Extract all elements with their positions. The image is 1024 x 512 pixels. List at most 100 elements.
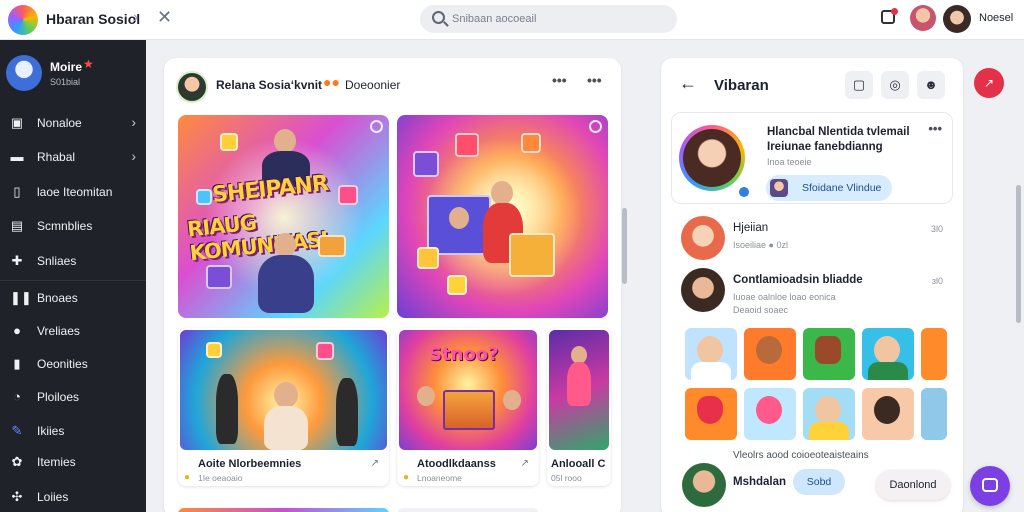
share-icon[interactable]: ↗ bbox=[521, 458, 529, 469]
profile-photo[interactable] bbox=[679, 125, 745, 191]
gallery-image[interactable] bbox=[744, 328, 796, 380]
sidebar-item-7[interactable]: ▮ Oeonities bbox=[0, 349, 146, 379]
sidebar-item-label: Bnoaes bbox=[37, 291, 78, 305]
share-fab[interactable]: ↗ bbox=[974, 68, 1004, 98]
bookmark-button[interactable]: ▢ bbox=[845, 71, 873, 99]
comment-author: Contlamioadsin bliadde bbox=[733, 274, 863, 286]
image-icon: ▣ bbox=[10, 115, 24, 130]
gift-box bbox=[509, 233, 555, 277]
person-head bbox=[417, 386, 435, 406]
more-options-icon[interactable]: ••• bbox=[928, 121, 942, 136]
chat-fab[interactable] bbox=[970, 466, 1010, 506]
sidebar-item-8[interactable]: ◔ Ploiloes bbox=[0, 382, 146, 412]
gallery-image[interactable] bbox=[744, 388, 796, 440]
profile-photo-face bbox=[683, 129, 741, 187]
share-icon[interactable]: ↗ bbox=[371, 458, 379, 469]
feed-avatar[interactable] bbox=[176, 71, 208, 103]
page-scrollbar[interactable] bbox=[1016, 185, 1021, 323]
post-card[interactable]: Anlooall C 05l rooo bbox=[547, 328, 611, 486]
sticker-body bbox=[868, 362, 908, 380]
detail-panel: ← Vibaran ▢ ◎ ☻ Hlancbal Nlentida tvlema… bbox=[661, 58, 963, 512]
footer-avatar[interactable] bbox=[682, 463, 726, 507]
gallery-caption: Vleolrs aood coioeoteaisteains bbox=[733, 450, 869, 461]
feed-emoji: ●● bbox=[323, 74, 340, 90]
featured-post-image[interactable] bbox=[397, 115, 608, 318]
sticker-face bbox=[874, 396, 900, 424]
profile-button[interactable]: ☻ bbox=[917, 71, 945, 99]
back-arrow-icon[interactable]: ← bbox=[679, 73, 697, 94]
search-bar[interactable] bbox=[420, 5, 677, 33]
sidebar-item-9[interactable]: ✎ Ikiies bbox=[0, 416, 146, 446]
bookmark-icon: ▮ bbox=[13, 356, 21, 371]
comment-button[interactable]: ◎ bbox=[881, 71, 909, 99]
user-avatar[interactable] bbox=[943, 5, 971, 33]
post-card[interactable]: Aoite Nlorbeemnies ● 1Ie oeaoaio ↗ bbox=[178, 328, 389, 486]
clock-icon: ◔ bbox=[13, 389, 21, 404]
sidebar-item-11[interactable]: ✣ Loiies bbox=[0, 482, 146, 512]
post-thumbnail bbox=[180, 330, 387, 450]
comment-avatar[interactable] bbox=[681, 216, 725, 260]
more-options-icon[interactable]: ••• bbox=[552, 72, 567, 88]
gallery-image[interactable] bbox=[803, 328, 855, 380]
post-card[interactable]: Stnoo? Atoodlkdaanss ● Lnoaneome ↗ bbox=[397, 328, 539, 486]
featured-post-image[interactable]: SHEIPANR RIAUG KOMUNITASI bbox=[178, 115, 389, 318]
gallery-image[interactable] bbox=[803, 388, 855, 440]
friend-avatar[interactable] bbox=[910, 5, 936, 31]
sticker-face bbox=[815, 396, 841, 424]
gallery-image[interactable] bbox=[685, 388, 737, 440]
follow-chip-label: Sfoidane Vlindue bbox=[802, 182, 882, 194]
comment-icon: ◎ bbox=[889, 77, 901, 92]
cube-decoration bbox=[206, 342, 222, 358]
sidebar-item-0[interactable]: ▣ Nonaloe › bbox=[0, 108, 146, 138]
chevron-right-icon[interactable]: › bbox=[133, 9, 138, 27]
post-thumbnail bbox=[549, 330, 609, 450]
person-head bbox=[274, 233, 296, 257]
chevron-right-icon: › bbox=[131, 114, 136, 130]
sidebar-item-6[interactable]: ● Vreliaes bbox=[0, 316, 146, 346]
sidebar-item-3[interactable]: ▤ Scmnblies bbox=[0, 211, 146, 241]
sidebar-item-label: Loiies bbox=[37, 490, 69, 504]
comment-avatar[interactable] bbox=[681, 268, 725, 312]
pen-icon: ✎ bbox=[11, 423, 23, 438]
sidebar-item-label: Rhabal bbox=[37, 150, 76, 164]
profile-subtitle: S01bial bbox=[50, 77, 81, 87]
sidebar-item-10[interactable]: ✿ Itemies bbox=[0, 447, 146, 477]
gallery-image[interactable] bbox=[862, 388, 914, 440]
download-button[interactable]: Daonlond bbox=[876, 470, 950, 500]
more-options-icon[interactable]: ••• bbox=[587, 72, 602, 88]
feed-title[interactable]: Relana Sosiaʻkvnit bbox=[216, 78, 322, 92]
sidebar-item-2[interactable]: ▯ laoe Iteomitan bbox=[0, 177, 146, 207]
next-post-preview[interactable] bbox=[397, 508, 539, 512]
footer-chip[interactable]: Sobd bbox=[793, 469, 845, 495]
gallery-image[interactable] bbox=[685, 328, 737, 380]
page-icon: ▯ bbox=[13, 184, 21, 199]
feed-scrollbar[interactable] bbox=[622, 208, 627, 284]
gallery-image[interactable] bbox=[921, 328, 947, 380]
search-input[interactable] bbox=[452, 9, 652, 29]
next-post-preview[interactable] bbox=[178, 508, 389, 512]
comment-text: Isoeiliae ● 0zl bbox=[733, 240, 788, 250]
profile-card[interactable]: Hlancbal Nlentida tvlemail Ireiunae fane… bbox=[671, 112, 953, 204]
comment-text: Iuoae oalnloe loao eonica bbox=[733, 292, 836, 302]
sticker-face bbox=[815, 336, 841, 364]
comment-text: Deaoid soaec bbox=[733, 305, 789, 315]
gallery-image[interactable] bbox=[921, 388, 947, 440]
sidebar-item-4[interactable]: ✚ Snliaes bbox=[0, 246, 146, 276]
sidebar-item-1[interactable]: ▬ Rhabal › bbox=[0, 142, 146, 172]
profile-avatar[interactable] bbox=[6, 55, 42, 91]
sidebar-item-5[interactable]: ❚❚ Bnoaes bbox=[0, 283, 146, 313]
person-head bbox=[274, 382, 298, 408]
close-icon[interactable]: ✕ bbox=[157, 7, 172, 28]
emoji-icon: ● bbox=[403, 472, 410, 483]
top-bar: Hbaran Sosiol › ✕ Noesel bbox=[0, 0, 1024, 40]
grid-icon: ▤ bbox=[10, 218, 24, 233]
sidebar: Moire ★ S01bial ▣ Nonaloe › ▬ Rhabal › ▯… bbox=[0, 40, 146, 512]
follow-chip[interactable]: Sfoidane Vlindue bbox=[766, 175, 892, 201]
chevron-right-icon: › bbox=[131, 148, 136, 164]
profile-name[interactable]: Moire bbox=[50, 60, 82, 74]
user-name[interactable]: Noesel bbox=[979, 12, 1013, 24]
person-head bbox=[491, 181, 513, 205]
sidebar-item-label: Oeonities bbox=[37, 357, 88, 371]
gallery-image[interactable] bbox=[862, 328, 914, 380]
app-logo[interactable] bbox=[8, 5, 38, 35]
